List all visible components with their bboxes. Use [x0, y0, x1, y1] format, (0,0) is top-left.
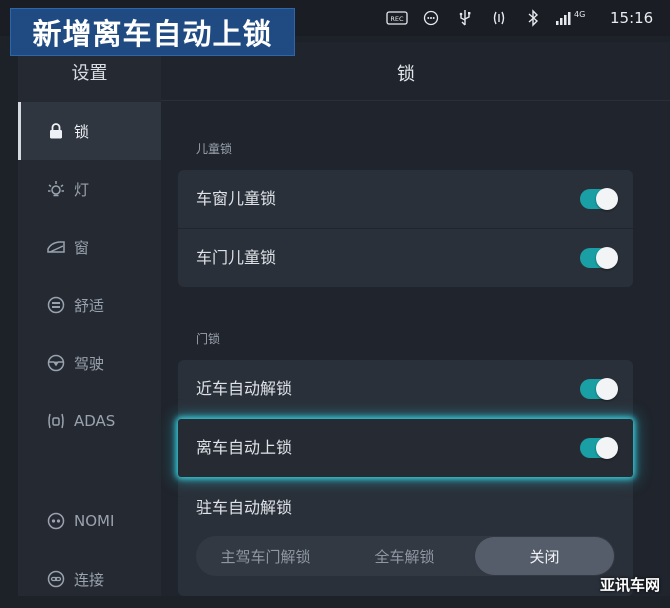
page-title: 锁: [397, 64, 415, 85]
sidebar-item-label: 舒适: [74, 296, 105, 315]
feature-banner: 新增离车自动上锁: [10, 8, 295, 56]
status-icons: REC 4G: [386, 8, 598, 28]
sidebar-item-label: 灯: [74, 180, 90, 199]
nfc-icon: [488, 8, 510, 28]
section-label-door-lock: 门锁: [196, 332, 221, 346]
network-type-label: 4G: [574, 9, 586, 19]
setting-row-parking-unlock: 驻车自动解锁: [178, 479, 633, 537]
setting-row-door-child-lock: 车门儿童锁: [178, 229, 633, 287]
parking-unlock-selector: 主驾车门解锁 全车解锁 关闭: [196, 536, 615, 576]
rec-label: REC: [390, 15, 404, 23]
rec-icon: REC: [386, 8, 408, 28]
watermark: 亚讯车网: [600, 576, 661, 594]
steering-wheel-icon: [47, 354, 65, 372]
bluetooth-icon: [522, 8, 544, 28]
setting-label: 车门儿童锁: [196, 248, 277, 267]
option-all-doors-unlock[interactable]: 全车解锁: [335, 536, 474, 576]
sidebar-item-label: 驾驶: [74, 354, 105, 373]
window-child-lock-toggle[interactable]: [580, 188, 618, 210]
sidebar-item-label: 锁: [74, 122, 90, 141]
sidebar-item-comfort[interactable]: 舒适: [18, 276, 161, 334]
sidebar-item-label: 连接: [74, 570, 105, 589]
section-label-child-lock: 儿童锁: [196, 142, 233, 156]
toggle-knob: [596, 247, 618, 269]
sidebar-item-label: ADAS: [74, 412, 116, 430]
setting-row-approach-unlock: 近车自动解锁: [178, 360, 633, 418]
setting-label: 离车自动上锁: [196, 438, 293, 457]
light-icon: [47, 180, 65, 198]
sidebar-item-nomi[interactable]: NOMI: [18, 492, 161, 550]
sidebar-title: 设置: [71, 63, 108, 84]
approach-unlock-toggle[interactable]: [580, 378, 618, 400]
sidebar-item-connect[interactable]: 连接: [18, 550, 161, 608]
sidebar-item-label: NOMI: [74, 512, 115, 530]
comfort-icon: [47, 296, 65, 314]
toggle-knob: [596, 437, 618, 459]
door-child-lock-toggle[interactable]: [580, 247, 618, 269]
toggle-knob: [596, 378, 618, 400]
link-icon: [47, 570, 65, 588]
window-icon: [47, 238, 65, 256]
setting-row-walkaway-lock: 离车自动上锁: [178, 419, 633, 477]
usb-icon: [454, 8, 476, 28]
option-driver-door-unlock[interactable]: 主驾车门解锁: [196, 536, 335, 576]
sidebar-item-window[interactable]: 窗: [18, 218, 161, 276]
setting-label: 车窗儿童锁: [196, 189, 277, 208]
status-clock: 15:16: [610, 9, 654, 27]
walkaway-lock-toggle[interactable]: [580, 437, 618, 459]
signal-icon: 4G: [556, 8, 586, 28]
setting-row-window-child-lock: 车窗儿童锁: [178, 170, 633, 228]
adas-icon: [47, 412, 65, 430]
sidebar-item-label: 窗: [74, 238, 90, 257]
option-off[interactable]: 关闭: [475, 537, 614, 575]
lock-icon: [47, 122, 65, 140]
sidebar-item-driving[interactable]: 驾驶: [18, 334, 161, 392]
toggle-knob: [596, 188, 618, 210]
title-divider: [161, 100, 670, 101]
setting-label: 驻车自动解锁: [196, 498, 293, 517]
setting-label: 近车自动解锁: [196, 379, 293, 398]
sidebar-item-lock[interactable]: 锁: [18, 102, 161, 160]
chat-icon: [420, 8, 442, 28]
sidebar-item-adas[interactable]: ADAS: [18, 392, 161, 450]
sidebar-item-light[interactable]: 灯: [18, 160, 161, 218]
nomi-icon: [47, 512, 65, 530]
